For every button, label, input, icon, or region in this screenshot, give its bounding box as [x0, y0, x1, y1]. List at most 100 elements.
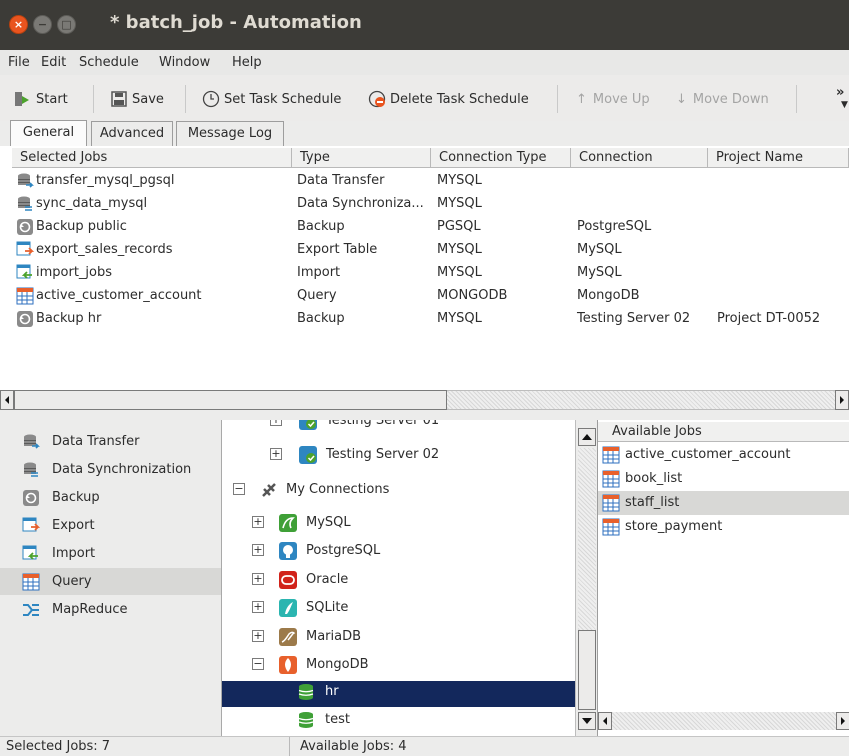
move-down-button[interactable]: ↓ Move Down: [676, 88, 769, 110]
job-name-cell: Backup hr: [36, 311, 102, 326]
job-type-cell: Data Synchroniza...: [297, 196, 424, 211]
tree-node-hr[interactable]: hr: [222, 681, 575, 707]
save-label: Save: [132, 91, 164, 107]
scroll-right-button[interactable]: [835, 390, 849, 410]
scroll-right-button[interactable]: [836, 712, 849, 730]
connection-type-cell: MYSQL: [437, 311, 482, 326]
close-window-button[interactable]: ×: [9, 15, 28, 34]
expand-icon[interactable]: +: [270, 420, 282, 426]
menu-edit[interactable]: Edit: [41, 55, 66, 70]
table-row[interactable]: active_customer_account Query MONGODB Mongo…: [0, 285, 849, 308]
connection-cell: Testing Server 02: [577, 311, 691, 326]
expand-icon[interactable]: +: [270, 448, 282, 460]
available-job-item[interactable]: staff_list: [598, 491, 849, 515]
scroll-left-button[interactable]: [598, 712, 612, 730]
table-row[interactable]: sync_data_mysql Data Synchroniza... MYSQL: [0, 193, 849, 216]
tree-node-test[interactable]: test: [222, 709, 575, 735]
table-row[interactable]: export_sales_records Export Table MYSQL MyS…: [0, 239, 849, 262]
expand-icon[interactable]: +: [252, 601, 264, 613]
toolbar-divider: [557, 85, 558, 113]
tree-node-mongodb[interactable]: − MongoDB: [222, 654, 575, 680]
expand-icon[interactable]: +: [252, 573, 264, 585]
tree-node-label: Testing Server 02: [326, 447, 440, 462]
table-row[interactable]: Backup hr Backup MYSQL Testing Server 02 Pro…: [0, 308, 849, 331]
available-job-label: active_customer_account: [625, 447, 791, 462]
scroll-thumb[interactable]: [14, 390, 447, 410]
connection-cell: MongoDB: [577, 288, 640, 303]
title-bar: × − □ * batch_job - Automation: [0, 0, 849, 50]
column-header-project-name[interactable]: Project Name: [708, 148, 849, 168]
tab-message-log[interactable]: Message Log: [176, 121, 284, 146]
job-type-cell: Data Transfer: [297, 173, 385, 188]
expand-icon[interactable]: +: [252, 516, 264, 528]
window-title: * batch_job - Automation: [110, 12, 362, 33]
tab-general[interactable]: General: [10, 120, 87, 146]
scroll-track[interactable]: [612, 712, 836, 730]
job-type-export[interactable]: Export: [0, 512, 221, 539]
tree-node-label: hr: [325, 684, 339, 699]
table-row[interactable]: transfer_mysql_pgsql Data Transfer MYSQL: [0, 170, 849, 193]
scroll-up-button[interactable]: [578, 428, 596, 446]
tree-node-mariadb[interactable]: + MariaDB: [222, 626, 575, 652]
scroll-left-button[interactable]: [0, 390, 14, 410]
menu-schedule[interactable]: Schedule: [79, 55, 139, 70]
overflow-label: »: [836, 84, 845, 100]
menu-bar: File Edit Schedule Window Help: [0, 50, 849, 75]
scroll-down-button[interactable]: [578, 712, 596, 730]
menu-help[interactable]: Help: [232, 55, 262, 70]
job-type-cell: Import: [297, 265, 341, 280]
save-button[interactable]: Save: [110, 88, 164, 110]
job-name-cell: active_customer_account: [36, 288, 202, 303]
job-type-import[interactable]: Import: [0, 540, 221, 567]
backup-icon: [22, 489, 40, 507]
maximize-window-button[interactable]: □: [57, 15, 76, 34]
connection-cell: MySQL: [577, 242, 622, 257]
job-type-mapreduce[interactable]: MapReduce: [0, 596, 221, 623]
job-type-label: Data Synchronization: [52, 462, 192, 477]
collapse-icon[interactable]: −: [252, 658, 264, 670]
tree-node-mysql[interactable]: + MySQL: [222, 512, 575, 538]
menu-window[interactable]: Window: [159, 55, 210, 70]
tree-node-sqlite[interactable]: + SQLite: [222, 597, 575, 623]
available-job-item[interactable]: book_list: [598, 467, 849, 491]
tab-advanced[interactable]: Advanced: [91, 121, 173, 146]
tree-node-oracle[interactable]: + Oracle: [222, 569, 575, 595]
available-job-item[interactable]: store_payment: [598, 515, 849, 539]
tree-node-testing-server-01[interactable]: + Testing Server 01: [222, 420, 575, 436]
arrow-down-icon: ↓: [676, 91, 687, 107]
job-name-cell: transfer_mysql_pgsql: [36, 173, 175, 188]
column-header-selected-jobs[interactable]: Selected Jobs: [12, 148, 292, 168]
table-row[interactable]: import_jobs Import MYSQL MySQL: [0, 262, 849, 285]
available-job-item[interactable]: active_customer_account: [598, 443, 849, 467]
column-header-type[interactable]: Type: [292, 148, 431, 168]
start-button[interactable]: Start: [14, 88, 68, 110]
table-row[interactable]: Backup public Backup PGSQL PostgreSQL: [0, 216, 849, 239]
minimize-window-button[interactable]: −: [33, 15, 52, 34]
vertical-scrollbar[interactable]: [575, 420, 597, 736]
toolbar: Start Save Set Task Schedule Delete Task…: [0, 75, 849, 121]
connection-type-cell: MONGODB: [437, 288, 508, 303]
job-type-data-synchronization[interactable]: Data Synchronization: [0, 456, 221, 483]
horizontal-scrollbar[interactable]: [0, 390, 849, 420]
clock-icon: [202, 90, 220, 108]
menu-file[interactable]: File: [8, 55, 30, 70]
set-task-schedule-label: Set Task Schedule: [224, 91, 342, 107]
delete-task-schedule-button[interactable]: Delete Task Schedule: [368, 88, 529, 110]
expand-icon[interactable]: +: [252, 630, 264, 642]
column-header-connection[interactable]: Connection: [571, 148, 708, 168]
job-type-query[interactable]: Query: [0, 568, 221, 595]
expand-icon[interactable]: +: [252, 544, 264, 556]
job-type-backup[interactable]: Backup: [0, 484, 221, 511]
tree-node-testing-server-02[interactable]: + Testing Server 02: [222, 444, 575, 470]
collapse-icon[interactable]: −: [233, 483, 245, 495]
move-up-button[interactable]: ↑ Move Up: [576, 88, 650, 110]
available-jobs-header[interactable]: Available Jobs: [598, 422, 849, 442]
job-type-data-transfer[interactable]: Data Transfer: [0, 428, 221, 455]
column-header-connection-type[interactable]: Connection Type: [431, 148, 571, 168]
backup-icon: [16, 310, 33, 327]
data-sync-icon: [22, 461, 40, 479]
tree-node-my-connections[interactable]: − My Connections: [222, 479, 575, 505]
tree-node-postgresql[interactable]: + PostgreSQL: [222, 540, 575, 566]
set-task-schedule-button[interactable]: Set Task Schedule: [202, 88, 341, 110]
scroll-thumb[interactable]: [578, 630, 596, 710]
